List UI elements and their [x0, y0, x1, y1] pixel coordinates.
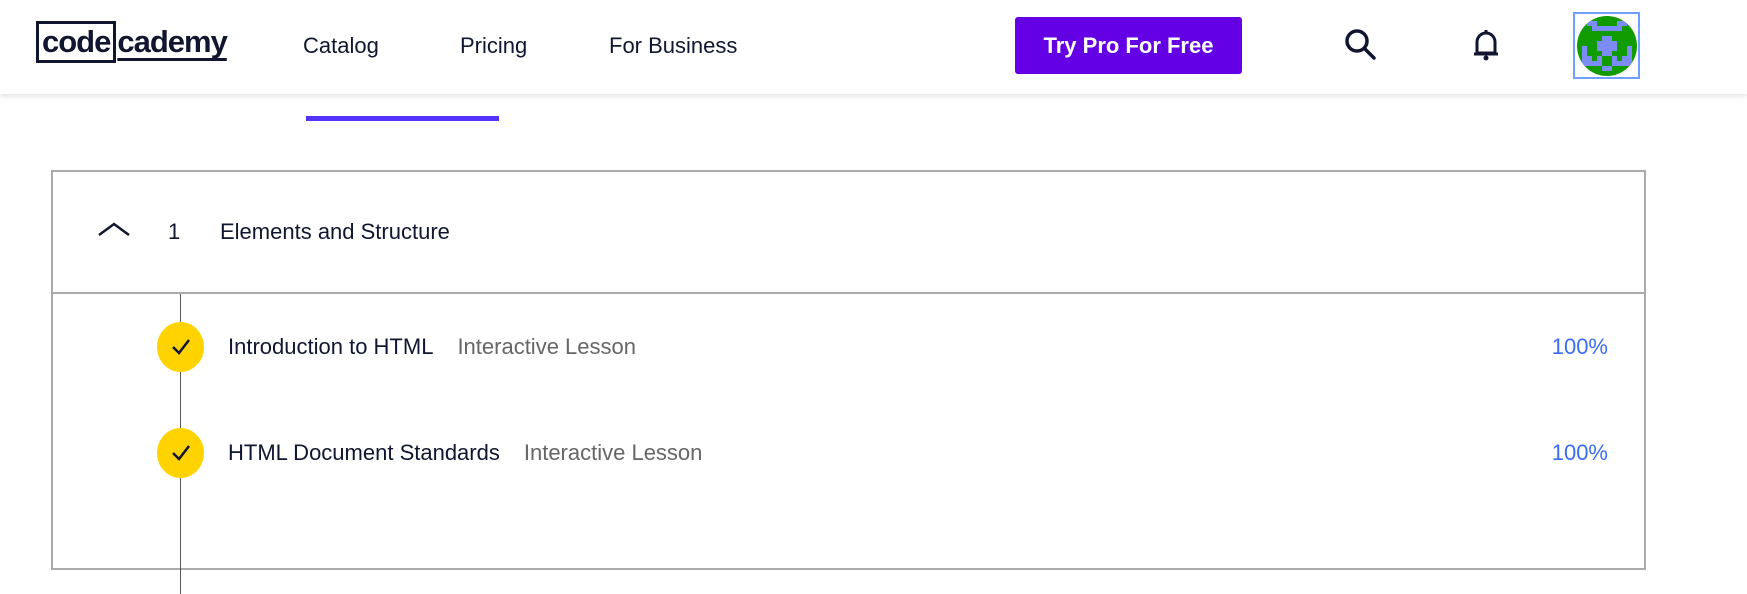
- lesson-title[interactable]: HTML Document Standards: [228, 440, 500, 465]
- completed-check-icon: [157, 322, 204, 372]
- try-pro-button[interactable]: Try Pro For Free: [1015, 17, 1242, 74]
- section-number: 1: [168, 219, 181, 244]
- nav-catalog[interactable]: Catalog: [303, 33, 379, 59]
- syllabus-module: 1 Elements and Structure Introduction to…: [51, 170, 1646, 594]
- lesson-progress: 100%: [1551, 440, 1608, 465]
- codecademy-logo[interactable]: code cademy: [36, 20, 228, 64]
- search-icon[interactable]: [1344, 28, 1378, 67]
- logo-code: code: [36, 21, 117, 63]
- user-avatar[interactable]: [1573, 12, 1640, 79]
- lesson-row[interactable]: Introduction to HTML Interactive Lesson 1…: [53, 322, 1644, 372]
- section-title: Elements and Structure: [220, 219, 450, 244]
- lesson-type: Interactive Lesson: [523, 440, 703, 465]
- nav-for-business[interactable]: For Business: [609, 33, 737, 59]
- avatar-pixel-art: [1576, 15, 1637, 76]
- lesson-type: Interactive Lesson: [457, 334, 636, 359]
- bell-icon[interactable]: [1472, 28, 1500, 67]
- section-header[interactable]: 1 Elements and Structure: [53, 172, 1644, 294]
- chevron-up-icon[interactable]: [97, 220, 131, 243]
- top-navbar: code cademy Catalog Pricing For Business …: [0, 0, 1747, 94]
- lesson-link[interactable]: HTML Document Standards Interactive Lesso…: [228, 440, 702, 466]
- logo-cademy: cademy: [117, 24, 227, 59]
- completed-check-icon: [157, 428, 204, 478]
- lesson-progress: 100%: [1551, 334, 1608, 359]
- nav-pricing[interactable]: Pricing: [460, 33, 527, 59]
- lesson-link[interactable]: Introduction to HTML Interactive Lesson: [228, 334, 636, 360]
- lesson-title[interactable]: Introduction to HTML: [228, 334, 433, 359]
- lesson-row[interactable]: HTML Document Standards Interactive Lesso…: [53, 428, 1644, 478]
- active-tab-indicator: [306, 116, 499, 121]
